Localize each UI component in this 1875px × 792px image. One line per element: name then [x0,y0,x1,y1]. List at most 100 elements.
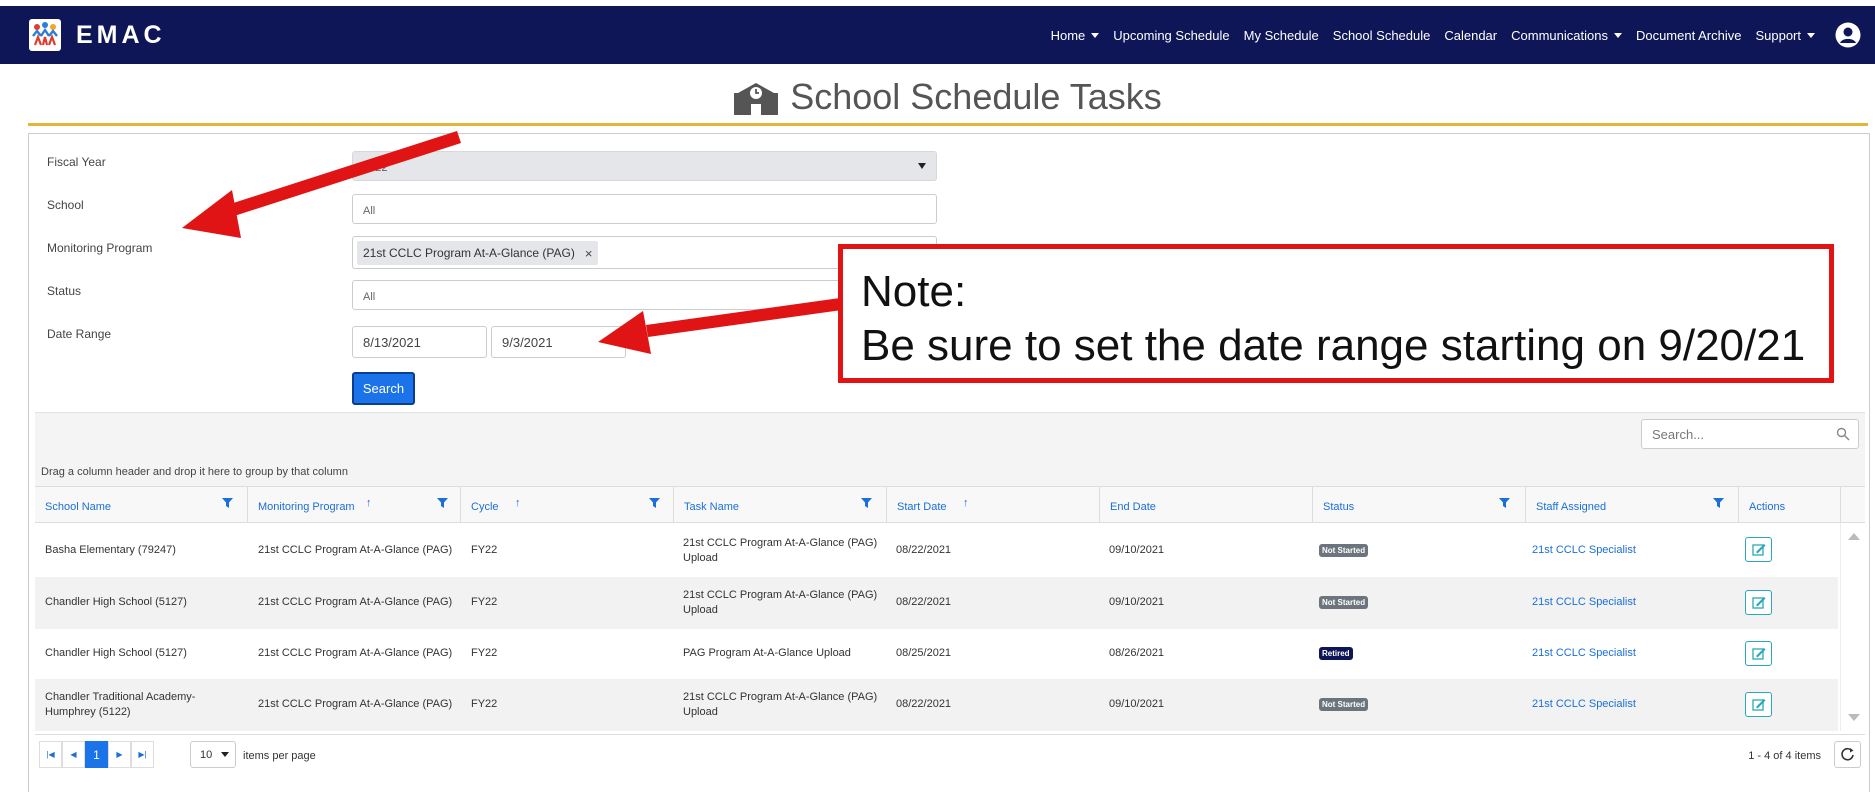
nav-my-schedule[interactable]: My Schedule [1244,28,1319,43]
filter-icon[interactable] [437,498,448,508]
status-label: Status [47,284,82,298]
date-range-label: Date Range [47,327,112,341]
status-badge: Not Started [1319,698,1369,711]
col-school-name-label: School Name [45,501,112,513]
grid-search-input[interactable]: Search... [1641,419,1859,449]
grid-pager: |◀ ◀ 1 ▶ ▶| 10 items per page 1 - 4 of 4… [35,734,1865,776]
nav-communications[interactable]: Communications [1511,28,1622,43]
scroll-down-icon[interactable] [1848,714,1860,721]
nav-school-schedule-label: School Schedule [1332,27,1431,43]
nav-upcoming-schedule[interactable]: Upcoming Schedule [1113,28,1229,43]
cell-program: 21st CCLC Program At-A-Glance (PAG) [258,596,453,608]
filter-icon[interactable] [649,498,660,508]
nav-upcoming-schedule-label: Upcoming Schedule [1113,27,1230,43]
grid-header: School Name Monitoring Program ↑ Cycle ↑… [35,486,1865,523]
end-date-input[interactable]: 9/3/2021 [491,326,626,358]
filter-icon[interactable] [861,498,872,508]
scroll-up-icon[interactable] [1848,533,1860,540]
fiscal-year-select[interactable]: 2022 [352,151,937,181]
note-line-1: Note: [861,267,967,316]
col-monitoring-program-label: Monitoring Program [258,501,355,513]
first-page-icon[interactable]: |◀ [39,741,62,768]
start-date-value: 8/13/2021 [363,335,421,350]
refresh-icon [1841,747,1854,761]
nav-communications-label: Communications [1511,27,1608,43]
col-actions: Actions [1739,487,1841,522]
end-date-value: 9/3/2021 [502,335,553,350]
nav-support[interactable]: Support [1755,28,1815,43]
cell-end-date: 09/10/2021 [1109,698,1165,710]
search-button[interactable]: Search [352,372,415,405]
cell-start-date: 08/22/2021 [896,698,952,710]
filter-panel: Fiscal Year 2022 School All Monitoring P… [28,133,1870,792]
chevron-down-icon [1807,32,1815,38]
edit-button[interactable] [1745,590,1772,615]
cell-end-date: 09/10/2021 [1109,544,1165,556]
user-account-icon[interactable] [1835,22,1861,48]
search-icon [1836,427,1850,441]
start-date-input[interactable]: 8/13/2021 [352,326,487,358]
note-line-2: Be sure to set the date range starting o… [861,321,1806,370]
cell-cycle: FY22 [471,596,498,608]
chevron-down-icon [1091,32,1100,38]
cell-start-date: 08/22/2021 [896,544,952,556]
staff-link[interactable]: 21st CCLC Specialist [1532,697,1636,712]
table-row: Chandler High School (5127) 21st CCLC Pr… [35,577,1838,629]
vertical-scrollbar[interactable] [1840,523,1865,731]
nav-document-archive[interactable]: Document Archive [1636,28,1742,43]
col-end-date[interactable]: End Date [1100,487,1313,522]
cell-cycle: FY22 [471,544,498,556]
edit-button[interactable] [1745,692,1772,717]
remove-chip-icon[interactable]: × [585,246,593,261]
edit-button[interactable] [1745,641,1772,666]
monitoring-program-label: Monitoring Program [47,241,153,255]
fiscal-year-label: Fiscal Year [47,155,106,169]
col-school-name[interactable]: School Name [35,487,248,522]
page-header: School Schedule Tasks [28,70,1868,126]
staff-link[interactable]: 21st CCLC Specialist [1532,595,1636,610]
chip-label: 21st CCLC Program At-A-Glance (PAG) [363,246,575,260]
filter-icon[interactable] [222,498,233,508]
nav-my-schedule-label: My Schedule [1243,27,1319,43]
col-status-label: Status [1323,501,1355,513]
cell-cycle: FY22 [471,698,498,710]
last-page-icon[interactable]: ▶| [131,741,154,768]
school-building-icon [734,82,779,115]
edit-icon [1752,544,1766,556]
page-size-select[interactable]: 10 [190,741,236,768]
col-start-date[interactable]: Start Date ↑ [887,487,1100,522]
nav-school-schedule[interactable]: School Schedule [1333,28,1431,43]
group-drop-area[interactable]: Drag a column header and drop it here to… [35,454,1865,486]
school-multiselect[interactable]: All [352,194,937,224]
brand[interactable]: EMAC [28,18,166,52]
page-title: School Schedule Tasks [790,75,1162,117]
staff-link[interactable]: 21st CCLC Specialist [1532,543,1636,558]
filter-icon[interactable] [1499,498,1510,508]
col-monitoring-program[interactable]: Monitoring Program ↑ [248,487,461,522]
col-cycle[interactable]: Cycle ↑ [461,487,674,522]
fiscal-year-value: 2022 [363,162,388,174]
edit-button[interactable] [1745,537,1772,562]
col-start-date-label: Start Date [897,501,947,513]
note-callout: Note: Be sure to set the date range star… [838,244,1834,383]
next-page-icon[interactable]: ▶ [108,741,131,768]
col-status[interactable]: Status [1313,487,1526,522]
col-task-name[interactable]: Task Name [674,487,887,522]
filter-icon[interactable] [1713,498,1724,508]
monitoring-program-chip: 21st CCLC Program At-A-Glance (PAG) × [357,241,599,265]
emac-logo-icon [29,19,61,51]
nav-document-archive-label: Document Archive [1635,27,1742,43]
sort-ascending-icon: ↑ [963,497,969,509]
app-name: EMAC [76,20,166,49]
nav-calendar[interactable]: Calendar [1444,28,1497,43]
status-placeholder: All [363,291,376,303]
page-number-button[interactable]: 1 [85,741,108,768]
cell-start-date: 08/22/2021 [896,596,952,608]
task-grid: School Name Monitoring Program ↑ Cycle ↑… [35,486,1865,731]
col-staff-assigned[interactable]: Staff Assigned [1526,487,1739,522]
table-row: Chandler High School (5127) 21st CCLC Pr… [35,629,1838,679]
nav-home[interactable]: Home [1051,28,1100,43]
staff-link[interactable]: 21st CCLC Specialist [1532,646,1636,661]
prev-page-icon[interactable]: ◀ [62,741,85,768]
refresh-button[interactable] [1834,741,1861,768]
